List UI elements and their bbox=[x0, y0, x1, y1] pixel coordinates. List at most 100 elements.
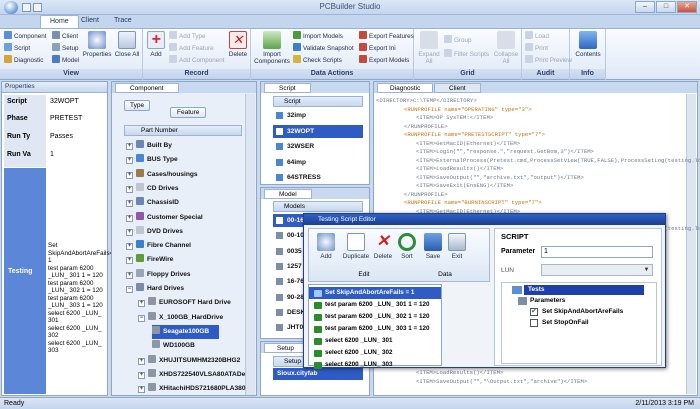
tab-setup[interactable]: Setup bbox=[264, 343, 307, 353]
expand-all-button[interactable]: Expand All bbox=[416, 31, 442, 65]
script-line-row[interactable]: Set SkipAndAbortAreFails = 1 bbox=[309, 287, 441, 299]
script-line-row[interactable]: test param 6200 _LUN_ 303 1 = 120 bbox=[309, 323, 441, 335]
script-row[interactable]: 32imp bbox=[273, 109, 363, 122]
script-line-row[interactable]: select 6200 _LUN_ 301 bbox=[309, 335, 441, 347]
expand-toggle-icon[interactable]: + bbox=[126, 185, 133, 193]
expand-toggle-icon[interactable]: + bbox=[126, 243, 133, 251]
view-model-button[interactable]: Model bbox=[52, 55, 79, 65]
load-button[interactable]: Load bbox=[525, 31, 549, 41]
component-row[interactable]: + EUROSOFT Hard Drive bbox=[138, 296, 231, 310]
expand-toggle-icon[interactable]: + bbox=[138, 371, 145, 379]
print-preview-button[interactable]: Print Preview bbox=[525, 55, 572, 65]
delete-button[interactable]: ✕ Delete bbox=[227, 31, 249, 58]
component-row[interactable]: + BUS Type bbox=[126, 153, 178, 167]
component-row[interactable]: + Fibre Channel bbox=[126, 239, 191, 253]
prop-value-phase[interactable]: PRETEST bbox=[50, 115, 82, 122]
editor-add-button[interactable]: Add bbox=[313, 233, 339, 260]
component-row[interactable]: + Floppy Drives bbox=[126, 268, 191, 282]
editor-delete-button[interactable]: ✕ Delete bbox=[371, 233, 395, 260]
diagnostic-scrollbar[interactable] bbox=[686, 94, 696, 394]
expand-toggle-icon[interactable]: + bbox=[138, 300, 145, 308]
script-row[interactable]: 64imp bbox=[273, 156, 363, 169]
component-row[interactable]: + Customer Special bbox=[126, 211, 203, 225]
import-models-button[interactable]: Import Models bbox=[293, 31, 343, 41]
component-row[interactable]: WD100GB bbox=[152, 339, 195, 353]
expand-toggle-icon[interactable]: + bbox=[138, 357, 145, 365]
expand-toggle-icon[interactable]: − bbox=[126, 286, 133, 293]
checkbox-unchecked-icon[interactable] bbox=[530, 319, 538, 327]
tab-component[interactable]: Component bbox=[115, 83, 179, 93]
export-features-button[interactable]: Export Features bbox=[359, 31, 414, 41]
prop-value-run-type[interactable]: Passes bbox=[50, 133, 73, 140]
exit-button[interactable]: Exit bbox=[445, 233, 469, 260]
component-row[interactable]: + XHDS722540VLSA80ATADe bbox=[138, 368, 245, 382]
group-button[interactable]: Group bbox=[444, 35, 472, 45]
component-scrollbar[interactable] bbox=[245, 94, 255, 395]
expand-toggle-icon[interactable]: + bbox=[126, 143, 133, 150]
expand-toggle-icon[interactable]: + bbox=[126, 257, 133, 265]
component-row[interactable]: + XHUJITSUMHM2320BHG2 bbox=[138, 354, 240, 368]
add-feature-button[interactable]: Add Feature bbox=[169, 43, 214, 53]
script-line-row[interactable]: test param 6200 _LUN_ 301 1 = 120 bbox=[309, 299, 441, 311]
component-row[interactable]: Seagate100GB bbox=[152, 324, 220, 339]
component-row[interactable]: + ChassisID bbox=[126, 196, 179, 210]
view-setup-button[interactable]: Setup bbox=[52, 43, 78, 53]
component-row[interactable]: + FireWire bbox=[126, 253, 173, 267]
tab-model[interactable]: Model bbox=[264, 189, 312, 199]
component-row[interactable]: + DVD Drives bbox=[126, 225, 183, 239]
component-row[interactable]: − Hard Drives bbox=[126, 282, 184, 296]
print-button[interactable]: Print bbox=[525, 43, 548, 53]
minimize-button[interactable]: – bbox=[635, 1, 655, 13]
tree-tests-node[interactable]: Tests bbox=[524, 285, 644, 295]
tree-param-stop-on-fail[interactable]: Set StopOnFail bbox=[542, 319, 589, 326]
save-button[interactable]: Save bbox=[421, 233, 445, 260]
parameter-input[interactable]: 1 bbox=[541, 246, 653, 258]
view-script-button[interactable]: Script bbox=[4, 43, 30, 53]
component-row[interactable]: + Built By bbox=[126, 139, 172, 153]
tab-client-view[interactable]: Client bbox=[434, 83, 481, 93]
component-row[interactable]: − X_100GB_HardDrive bbox=[138, 311, 223, 325]
view-component-button[interactable]: Component bbox=[4, 31, 47, 41]
script-row[interactable]: 32WOPT bbox=[273, 124, 363, 138]
prop-value-run-value[interactable]: 1 bbox=[50, 151, 54, 158]
tab-script[interactable]: Script bbox=[264, 83, 311, 93]
expand-toggle-icon[interactable]: + bbox=[126, 157, 133, 165]
check-scripts-button[interactable]: Check Scripts bbox=[293, 55, 342, 65]
export-ini-button[interactable]: Export Ini bbox=[359, 43, 396, 53]
component-row[interactable]: + Cases/housings bbox=[126, 168, 198, 182]
collapse-all-button[interactable]: Collapse All bbox=[492, 31, 520, 65]
script-row[interactable]: 64STRESS bbox=[273, 171, 363, 184]
close-window-button[interactable]: ✕ bbox=[677, 1, 697, 13]
export-models-button[interactable]: Export Models bbox=[359, 55, 409, 65]
expand-toggle-icon[interactable]: + bbox=[126, 214, 133, 222]
expand-toggle-icon[interactable]: + bbox=[126, 200, 133, 208]
add-button[interactable]: + Add bbox=[145, 31, 167, 58]
properties-button[interactable]: Properties bbox=[82, 31, 112, 58]
group-by-type-chip[interactable]: Type bbox=[124, 100, 151, 111]
script-line-row[interactable]: select 6200 _LUN_ 303 bbox=[309, 359, 441, 371]
lun-select[interactable]: ▼ bbox=[541, 264, 653, 276]
prop-value-testing[interactable]: Set SkipAndAbortAreFails= 1 test param 6200… bbox=[48, 242, 113, 355]
add-component-button[interactable]: Add Component bbox=[169, 55, 225, 65]
expand-toggle-icon[interactable]: − bbox=[138, 314, 145, 322]
filter-scripts-button[interactable]: Filter Scripts bbox=[444, 49, 489, 59]
contents-button[interactable]: Contents bbox=[573, 31, 603, 58]
script-line-row[interactable]: test param 6200 _LUN_ 302 1 = 120 bbox=[309, 311, 441, 323]
component-row[interactable]: + XHitachiHDS721680PLA380 bbox=[138, 382, 246, 396]
prop-value-script[interactable]: 32WOPT bbox=[50, 98, 79, 105]
expand-toggle-icon[interactable]: + bbox=[138, 386, 145, 394]
maximize-button[interactable]: □ bbox=[656, 1, 676, 13]
group-by-feature-chip[interactable]: Feature bbox=[170, 107, 207, 118]
part-number-column-header[interactable]: Part Number bbox=[124, 125, 242, 136]
sort-button[interactable]: Sort bbox=[395, 233, 419, 260]
tree-param-skip-abort[interactable]: Set SkipAndAbortAreFails bbox=[542, 308, 623, 315]
validate-snapshot-button[interactable]: Validate Snapshot bbox=[293, 43, 354, 53]
duplicate-button[interactable]: Duplicate bbox=[341, 233, 371, 260]
tree-parameters-node[interactable]: Parameters bbox=[530, 297, 565, 304]
script-line-row[interactable]: select 6200 _LUN_ 302 bbox=[309, 347, 441, 359]
checkbox-checked-icon[interactable]: ✔ bbox=[530, 308, 538, 316]
expand-toggle-icon[interactable]: + bbox=[126, 228, 133, 236]
add-type-button[interactable]: Add Type bbox=[169, 31, 206, 41]
view-client-button[interactable]: Client bbox=[52, 31, 78, 41]
expand-toggle-icon[interactable]: + bbox=[126, 271, 133, 279]
